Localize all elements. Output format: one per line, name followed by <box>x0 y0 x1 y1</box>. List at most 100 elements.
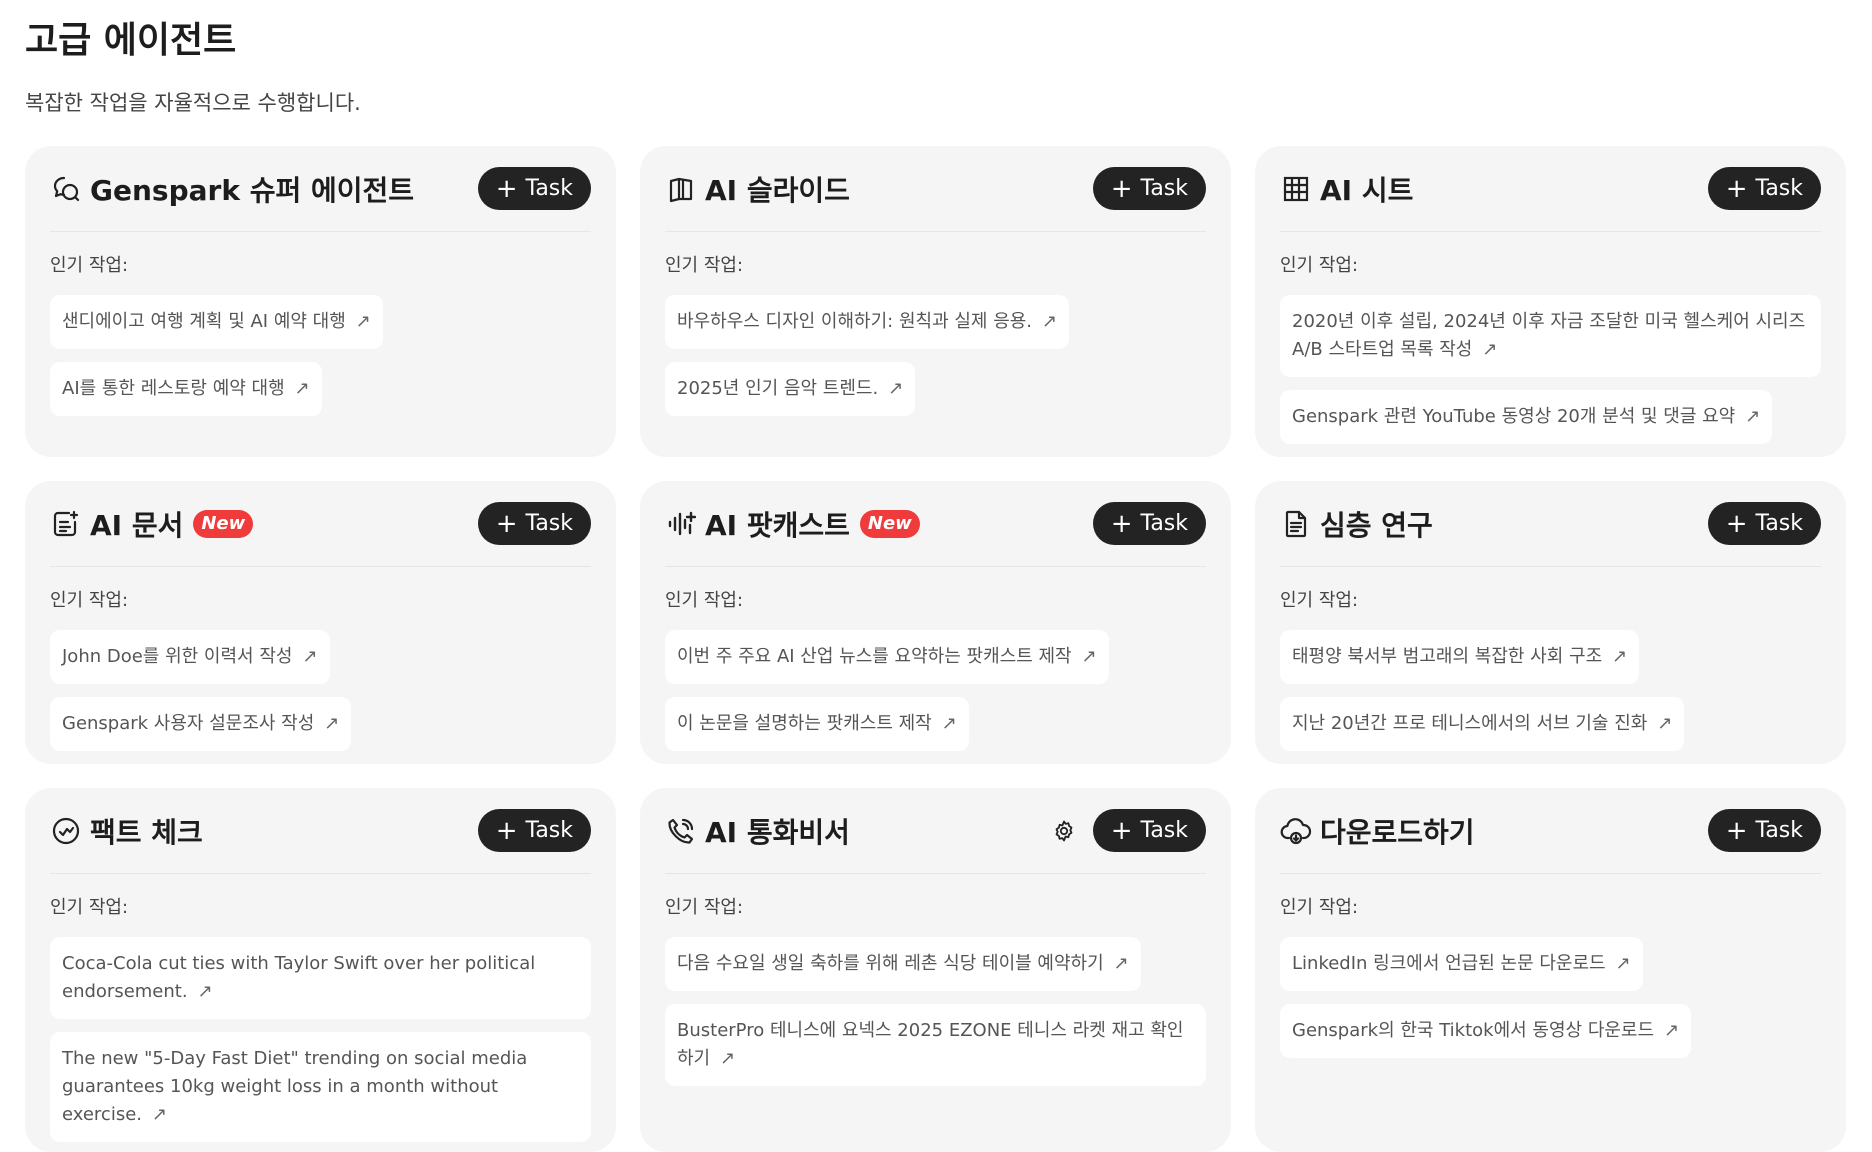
popular-task-item[interactable]: Genspark의 한국 Tiktok에서 동영상 다운로드 ↗ <box>1280 1004 1692 1058</box>
popular-tasks-label: 인기 작업: <box>50 590 129 611</box>
phone-call-icon <box>665 815 697 847</box>
arrow-up-right-icon: ↗ <box>1113 953 1129 974</box>
popular-task-text: 태평양 북서부 범고래의 복잡한 사회 구조 <box>1292 646 1603 667</box>
popular-task-item[interactable]: 다음 수요일 생일 축하를 위해 레촌 식당 테이블 예약하기 ↗ <box>665 937 1141 991</box>
add-task-button[interactable]: + Task <box>1707 502 1821 545</box>
agent-grid: Genspark 슈퍼 에이전트 + Task 인기 작업: 샌디에이고 여행 계… <box>25 146 1847 1152</box>
popular-task-item[interactable]: 2025년 인기 음악 트렌드. ↗ <box>665 362 916 416</box>
add-task-button[interactable]: + Task <box>1707 167 1821 210</box>
popular-task-text: 샌디에이고 여행 계획 및 AI 예약 대행 <box>62 311 346 332</box>
popular-task-text: The new "5-Day Fast Diet" trending on so… <box>62 1048 528 1125</box>
arrow-up-right-icon: ↗ <box>1081 646 1097 667</box>
slides-book-icon <box>665 173 697 205</box>
arrow-up-right-icon: ↗ <box>1745 406 1761 427</box>
popular-task-item[interactable]: 바우하우스 디자인 이해하기: 원칙과 실제 응용. ↗ <box>665 295 1070 349</box>
popular-task-list: 샌디에이고 여행 계획 및 AI 예약 대행 ↗ AI를 통한 레스토랑 예약 대… <box>50 295 591 416</box>
task-button-label: Task <box>1755 511 1803 536</box>
task-button-label: Task <box>1755 818 1803 843</box>
popular-task-list: Coca-Cola cut ties with Taylor Swift ove… <box>50 937 591 1142</box>
popular-task-item[interactable]: 2020년 이후 설립, 2024년 이후 자금 조달한 미국 헬스케어 시리즈… <box>1280 295 1821 377</box>
agent-card-fact-check: 팩트 체크 + Task 인기 작업: Coca-Cola cut ties wi… <box>25 788 616 1152</box>
popular-task-item[interactable]: BusterPro 테니스에 요넥스 2025 EZONE 테니스 라켓 재고 … <box>665 1004 1206 1086</box>
chat-bubbles-icon <box>50 173 82 205</box>
popular-task-list: LinkedIn 링크에서 언급된 논문 다운로드 ↗ Genspark의 한국 … <box>1280 937 1821 1058</box>
popular-task-text: AI를 통한 레스토랑 예약 대행 <box>62 378 285 399</box>
arrow-up-right-icon: ↗ <box>324 713 340 734</box>
gear-icon[interactable] <box>1049 816 1079 846</box>
add-task-button[interactable]: + Task <box>1092 809 1206 852</box>
add-task-button[interactable]: + Task <box>1092 167 1206 210</box>
card-header: AI 시트 + Task <box>1280 146 1821 232</box>
popular-task-item[interactable]: Genspark 관련 YouTube 동영상 20개 분석 및 댓글 요약 ↗ <box>1280 390 1773 444</box>
popular-tasks-label: 인기 작업: <box>1280 897 1359 918</box>
add-task-button[interactable]: + Task <box>477 502 591 545</box>
new-badge: New <box>193 509 254 538</box>
popular-task-item[interactable]: 태평양 북서부 범고래의 복잡한 사회 구조 ↗ <box>1280 630 1640 684</box>
card-header: 팩트 체크 + Task <box>50 788 591 874</box>
popular-task-item[interactable]: Genspark 사용자 설문조사 작성 ↗ <box>50 697 352 751</box>
plus-icon: + <box>1110 508 1133 539</box>
card-header: 심층 연구 + Task <box>1280 481 1821 567</box>
popular-task-item[interactable]: 지난 20년간 프로 테니스에서의 서브 기술 진화 ↗ <box>1280 697 1685 751</box>
popular-task-text: Genspark 관련 YouTube 동영상 20개 분석 및 댓글 요약 <box>1292 406 1736 427</box>
card-header: Genspark 슈퍼 에이전트 + Task <box>50 146 591 232</box>
document-edit-icon <box>50 508 82 540</box>
popular-tasks-label: 인기 작업: <box>1280 255 1359 276</box>
file-text-icon <box>1280 508 1312 540</box>
popular-task-item[interactable]: John Doe를 위한 이력서 작성 ↗ <box>50 630 330 684</box>
add-task-button[interactable]: + Task <box>1707 809 1821 852</box>
popular-task-item[interactable]: 이 논문을 설명하는 팟캐스트 제작 ↗ <box>665 697 969 751</box>
agent-card-download: 다운로드하기 + Task 인기 작업: LinkedIn 링크에서 언급된 논문… <box>1255 788 1846 1152</box>
add-task-button[interactable]: + Task <box>477 167 591 210</box>
card-header: AI 통화비서 + Task <box>665 788 1206 874</box>
popular-task-text: 2020년 이후 설립, 2024년 이후 자금 조달한 미국 헬스케어 시리즈… <box>1292 311 1806 360</box>
arrow-up-right-icon: ↗ <box>888 378 904 399</box>
arrow-up-right-icon: ↗ <box>941 713 957 734</box>
arrow-up-right-icon: ↗ <box>1657 713 1673 734</box>
popular-task-item[interactable]: 이번 주 주요 AI 산업 뉴스를 요약하는 팟캐스트 제작 ↗ <box>665 630 1109 684</box>
card-title: 팩트 체크 <box>90 815 203 849</box>
arrow-up-right-icon: ↗ <box>355 311 371 332</box>
page: 고급 에이전트 복잡한 작업을 자율적으로 수행합니다. Genspark 슈퍼… <box>0 0 1872 1152</box>
popular-task-text: BusterPro 테니스에 요넥스 2025 EZONE 테니스 라켓 재고 … <box>677 1020 1184 1069</box>
arrow-up-right-icon: ↗ <box>720 1048 736 1069</box>
plus-icon: + <box>495 815 518 846</box>
plus-icon: + <box>1110 815 1133 846</box>
card-title: AI 팟캐스트 <box>705 508 850 542</box>
popular-task-text: Genspark의 한국 Tiktok에서 동영상 다운로드 <box>1292 1020 1655 1041</box>
popular-task-list: 2020년 이후 설립, 2024년 이후 자금 조달한 미국 헬스케어 시리즈… <box>1280 295 1821 444</box>
popular-task-text: 지난 20년간 프로 테니스에서의 서브 기술 진화 <box>1292 713 1648 734</box>
plus-icon: + <box>1110 173 1133 204</box>
agent-card-deep-research: 심층 연구 + Task 인기 작업: 태평양 북서부 범고래의 복잡한 사회 구… <box>1255 481 1846 764</box>
popular-task-item[interactable]: LinkedIn 링크에서 언급된 논문 다운로드 ↗ <box>1280 937 1643 991</box>
page-title: 고급 에이전트 <box>25 20 237 61</box>
task-button-label: Task <box>525 818 573 843</box>
popular-task-item[interactable]: AI를 통한 레스토랑 예약 대행 ↗ <box>50 362 322 416</box>
card-title: 다운로드하기 <box>1320 815 1475 849</box>
popular-task-list: 태평양 북서부 범고래의 복잡한 사회 구조 ↗ 지난 20년간 프로 테니스에서… <box>1280 630 1821 751</box>
popular-task-item[interactable]: Coca-Cola cut ties with Taylor Swift ove… <box>50 937 591 1019</box>
popular-task-text: 이 논문을 설명하는 팟캐스트 제작 <box>677 713 932 734</box>
arrow-up-right-icon: ↗ <box>294 378 310 399</box>
agent-card-ai-call-assistant: AI 통화비서 + Task 인기 작업: 다음 수요일 생일 축하를 위해 레촌… <box>640 788 1231 1152</box>
card-title: AI 문서 <box>90 508 184 542</box>
arrow-up-right-icon: ↗ <box>152 1104 168 1125</box>
plus-icon: + <box>1725 173 1748 204</box>
audio-wave-icon <box>665 508 697 540</box>
popular-task-item[interactable]: The new "5-Day Fast Diet" trending on so… <box>50 1032 591 1142</box>
add-task-button[interactable]: + Task <box>477 809 591 852</box>
popular-tasks-label: 인기 작업: <box>1280 590 1359 611</box>
popular-task-item[interactable]: 샌디에이고 여행 계획 및 AI 예약 대행 ↗ <box>50 295 383 349</box>
task-button-label: Task <box>1140 511 1188 536</box>
popular-task-text: Coca-Cola cut ties with Taylor Swift ove… <box>62 953 536 1002</box>
popular-task-text: 다음 수요일 생일 축하를 위해 레촌 식당 테이블 예약하기 <box>677 953 1104 974</box>
card-header: 다운로드하기 + Task <box>1280 788 1821 874</box>
popular-task-list: John Doe를 위한 이력서 작성 ↗ Genspark 사용자 설문조사 작… <box>50 630 591 751</box>
popular-task-list: 다음 수요일 생일 축하를 위해 레촌 식당 테이블 예약하기 ↗ BusterP… <box>665 937 1206 1086</box>
popular-task-list: 이번 주 주요 AI 산업 뉴스를 요약하는 팟캐스트 제작 ↗ 이 논문을 설명… <box>665 630 1206 751</box>
popular-task-text: LinkedIn 링크에서 언급된 논문 다운로드 <box>1292 953 1606 974</box>
task-button-label: Task <box>1755 176 1803 201</box>
add-task-button[interactable]: + Task <box>1092 502 1206 545</box>
card-title: Genspark 슈퍼 에이전트 <box>90 173 414 207</box>
agent-card-ai-sheets: AI 시트 + Task 인기 작업: 2020년 이후 설립, 2024년 이후… <box>1255 146 1846 457</box>
